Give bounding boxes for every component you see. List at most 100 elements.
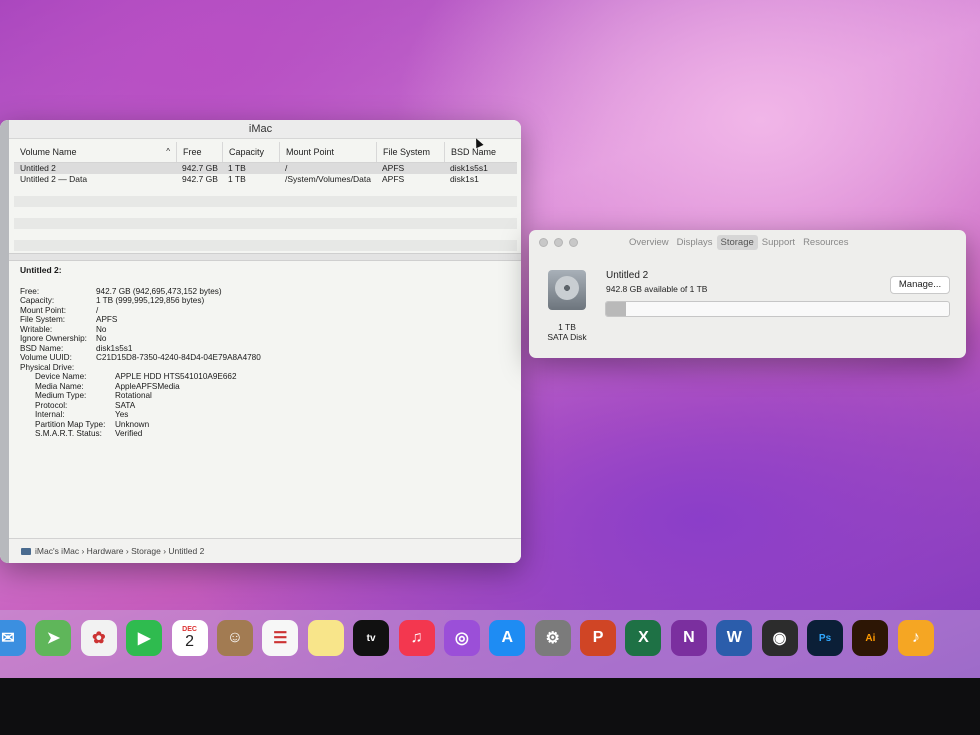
dvd-player-icon[interactable]: ◉ [761, 620, 798, 656]
storage-usage-fill [606, 302, 626, 316]
detail-key: Internal: [35, 410, 65, 419]
column-free[interactable]: Free [176, 142, 222, 162]
calendar-month: DEC [182, 625, 197, 633]
detail-row: Writable: No [20, 325, 261, 335]
illustrator-icon[interactable]: Ai [852, 620, 889, 656]
detail-value: No [96, 334, 107, 343]
detail-key: Medium Type: [35, 391, 87, 400]
tab-storage[interactable]: Storage [716, 235, 758, 250]
hard-disk-icon [548, 270, 586, 310]
tab-resources[interactable]: Resources [799, 235, 852, 250]
detail-key: Partition Map Type: [35, 419, 106, 429]
cell-bsd-name: disk1s1 [450, 174, 479, 184]
screen-bezel [0, 678, 980, 735]
detail-value: No [96, 324, 107, 334]
detail-row: Partition Map Type: Unknown [20, 420, 261, 430]
table-row[interactable]: Untitled 2 — Data 942.7 GB 1 TB /System/… [14, 174, 517, 185]
music-icon[interactable]: ♫ [398, 620, 435, 656]
storage-volume-name: Untitled 2 [606, 270, 649, 281]
word-icon[interactable]: W [716, 620, 753, 656]
empty-row [14, 218, 517, 229]
column-volume-name[interactable]: Volume Name ^ [14, 142, 176, 162]
contacts-icon[interactable]: ☺ [216, 620, 253, 656]
disk-size: 1 TB [558, 322, 576, 332]
tab-overview[interactable]: Overview [625, 235, 673, 250]
details-list: Free: 942.7 GB (942,695,473,152 bytes) Cap… [20, 287, 261, 439]
detail-value: Yes [115, 410, 129, 419]
maps-icon[interactable]: ➤ [35, 620, 72, 656]
detail-row: Volume UUID: C21D15D8-7350-4240-84D4-04E7… [20, 353, 261, 363]
detail-row: Capacity: 1 TB (999,995,129,856 bytes) [20, 296, 261, 306]
column-file-system[interactable]: File System [376, 142, 444, 162]
dock-glyph: ◉ [772, 630, 787, 647]
detail-value: 942.7 GB (942,695,473,152 bytes) [96, 286, 222, 296]
detail-value: APPLE HDD HTS541010A9E662 [115, 372, 237, 381]
cell-free: 942.7 GB [182, 174, 218, 184]
detail-key: Media Name: [35, 381, 84, 391]
window-controls [539, 238, 578, 247]
cell-mount-point: /System/Volumes/Data [285, 174, 371, 184]
detail-value: Unknown [115, 419, 150, 429]
detail-value: Verified [115, 429, 143, 438]
dock-items: ✉ ➤ ✿ ▶ DEC 2 ☺ ☰ tv ♫ ◎ A ⚙ P X N W ◉ Ps Ai ♪ [0, 620, 934, 656]
app-store-icon[interactable]: A [489, 620, 526, 656]
dock-glyph: ✿ [92, 630, 106, 647]
storage-available: 942.8 GB available of 1 TB [606, 284, 708, 294]
tab-bar: Overview Displays Storage Support Resour… [625, 235, 852, 250]
volume-details: Untitled 2: Free: 942.7 GB (942,695,473,1… [20, 265, 261, 439]
tab-support[interactable]: Support [758, 235, 799, 250]
zoom-icon[interactable] [569, 238, 578, 247]
dock-glyph: ◎ [454, 630, 469, 647]
detail-row: S.M.A.R.T. Status: Verified [20, 429, 261, 439]
photos-icon[interactable]: ✿ [80, 620, 117, 656]
detail-key: Physical Drive: [20, 362, 75, 372]
minimize-icon[interactable] [554, 238, 563, 247]
photoshop-icon[interactable]: Ps [807, 620, 844, 656]
cell-file-system: APFS [382, 174, 405, 184]
notes-icon[interactable] [307, 620, 344, 656]
detail-key: Ignore Ownership: [20, 334, 87, 343]
manage-button[interactable]: Manage... [890, 276, 950, 294]
dock-glyph: X [638, 629, 649, 646]
table-row[interactable]: Untitled 2 942.7 GB 1 TB / APFS disk1s5s… [14, 163, 517, 174]
empty-row [14, 185, 517, 196]
column-capacity[interactable]: Capacity [222, 142, 279, 162]
disk-type: SATA Disk [547, 332, 587, 342]
dock-glyph: ♪ [911, 629, 920, 646]
garageband-icon[interactable]: ♪ [897, 620, 934, 656]
cell-volume-name: Untitled 2 [20, 163, 56, 173]
cell-capacity: 1 TB [228, 174, 246, 184]
facetime-icon[interactable]: ▶ [126, 620, 163, 656]
cell-file-system: APFS [382, 163, 405, 173]
onenote-icon[interactable]: N [670, 620, 707, 656]
split-divider[interactable] [9, 253, 521, 261]
dock-glyph: ♫ [410, 629, 423, 646]
dock-glyph: W [726, 629, 742, 646]
empty-row [14, 229, 517, 240]
system-preferences-icon[interactable]: ⚙ [534, 620, 571, 656]
calendar-icon[interactable]: DEC 2 [171, 620, 208, 656]
detail-value: SATA [115, 400, 136, 410]
details-title: Untitled 2: [20, 265, 62, 275]
path-text[interactable]: iMac's iMac › Hardware › Storage › Untit… [35, 546, 204, 556]
podcasts-icon[interactable]: ◎ [443, 620, 480, 656]
column-mount-point[interactable]: Mount Point [279, 142, 376, 162]
detail-row: Media Name: AppleAPFSMedia [20, 382, 261, 392]
powerpoint-icon[interactable]: P [580, 620, 617, 656]
volumes-table: Volume Name ^ Free Capacity Mount Point F… [14, 142, 517, 251]
reminders-icon[interactable]: ☰ [262, 620, 299, 656]
apple-tv-icon[interactable]: tv [353, 620, 390, 656]
about-this-mac-window: Overview Displays Storage Support Resour… [529, 230, 966, 358]
window-title: iMac [0, 120, 521, 139]
cell-mount-point: / [285, 163, 288, 173]
detail-key: Protocol: [35, 400, 68, 410]
imac-icon [21, 548, 31, 556]
empty-row [14, 240, 517, 251]
detail-value: Rotational [115, 391, 152, 400]
mail-icon[interactable]: ✉ [0, 620, 26, 656]
dock-glyph: Ps [818, 632, 832, 644]
excel-icon[interactable]: X [625, 620, 662, 656]
close-icon[interactable] [539, 238, 548, 247]
tab-displays[interactable]: Displays [673, 235, 717, 250]
detail-row: Physical Drive: [20, 363, 261, 373]
